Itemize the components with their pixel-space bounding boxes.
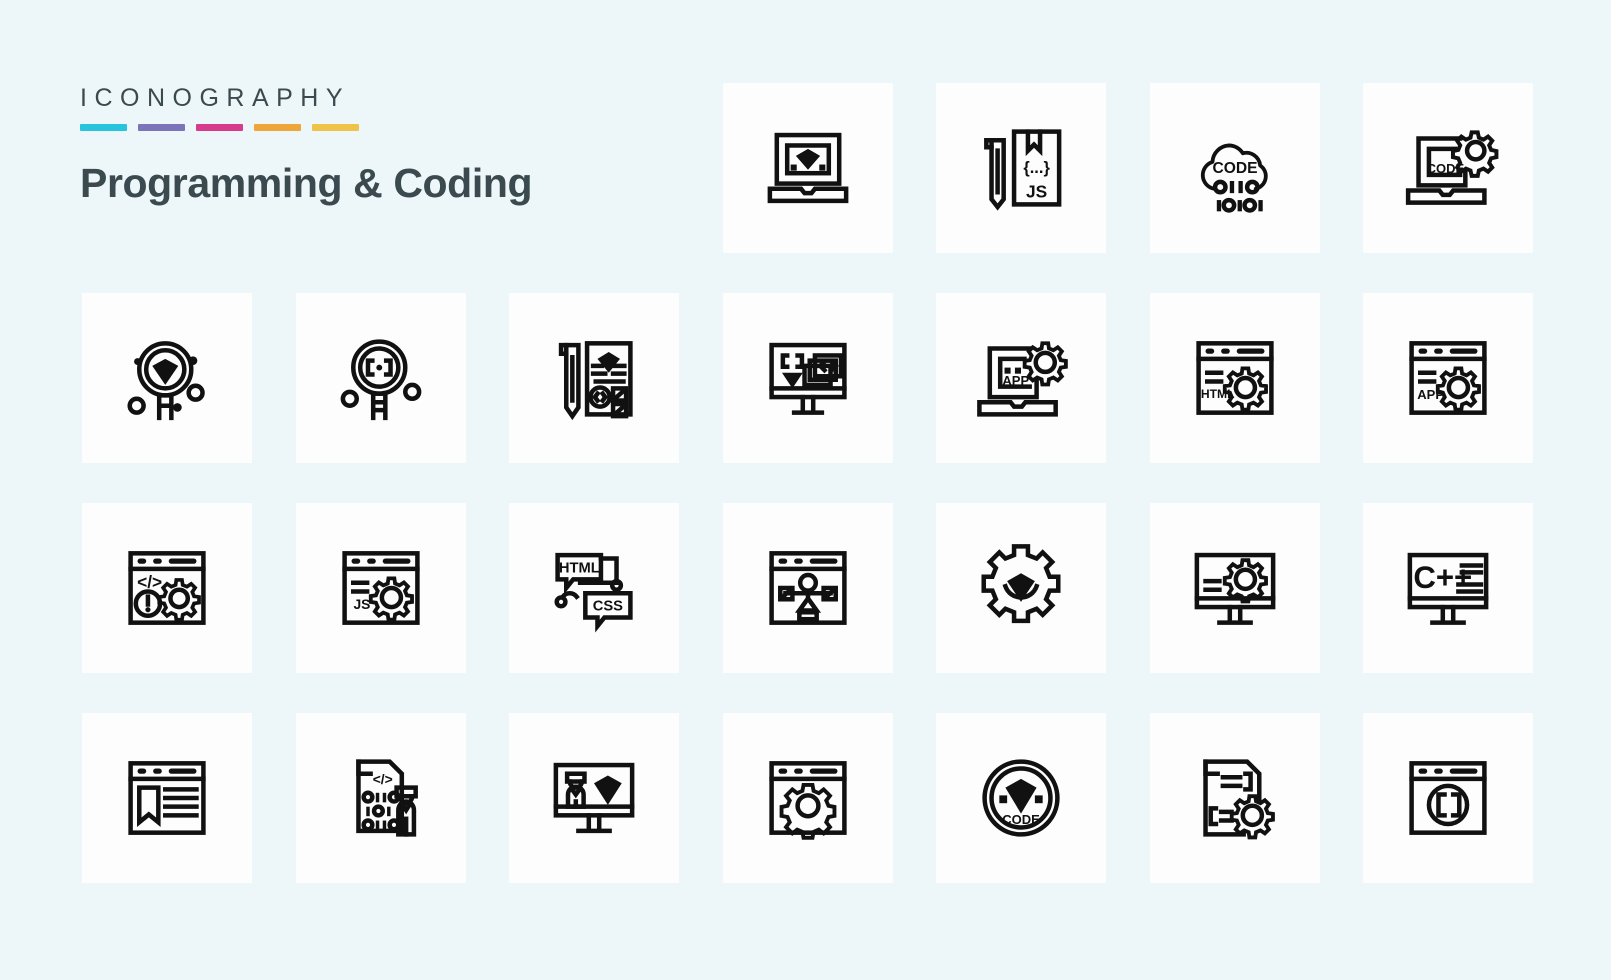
pencil-design-document-icon[interactable] xyxy=(509,293,679,463)
browser-sitemap-icon[interactable] xyxy=(722,503,893,673)
laptop-code-gear-icon[interactable]: CODE xyxy=(1363,83,1533,253)
browser-js-label: JS xyxy=(353,596,370,612)
empty-slot xyxy=(296,83,466,253)
html-bubble-label: HTML xyxy=(559,560,600,576)
browser-app-label: APP xyxy=(1417,387,1444,402)
file-code-tag-label: </> xyxy=(372,771,392,787)
browser-bookmark-icon[interactable] xyxy=(82,713,252,883)
pen-js-document-icon[interactable]: {...} JS xyxy=(936,83,1106,253)
monitor-cpp-icon[interactable]: C++ xyxy=(1363,503,1533,673)
browser-brackets-icon[interactable] xyxy=(1363,713,1533,883)
badge-diamond-code-icon[interactable]: CODE xyxy=(936,713,1106,883)
code-braces-label: {...} xyxy=(1023,159,1050,177)
empty-slot xyxy=(82,83,252,253)
browser-js-gear-icon[interactable]: JS xyxy=(295,503,466,673)
browser-html-gear-icon[interactable]: HTML xyxy=(1149,293,1320,463)
monitor-code-layers-icon[interactable] xyxy=(722,293,893,463)
monitor-gear-icon[interactable] xyxy=(1149,503,1320,673)
laptop-diamond-icon[interactable] xyxy=(722,83,893,253)
magnifier-diamond-icon[interactable] xyxy=(82,293,252,463)
laptop-app-label: APP xyxy=(1002,373,1029,388)
cloud-code-binary-icon[interactable]: CODE xyxy=(1149,83,1320,253)
laptop-app-gear-icon[interactable]: APP xyxy=(936,293,1106,463)
code-file-gear-icon[interactable] xyxy=(1149,713,1320,883)
js-label: JS xyxy=(1026,181,1047,201)
css-bubble-label: CSS xyxy=(593,599,623,615)
code-tag-label: </> xyxy=(137,572,162,592)
html-css-chat-icon[interactable]: HTML CSS xyxy=(509,503,679,673)
browser-app-gear-icon[interactable]: APP xyxy=(1363,293,1533,463)
monitor-developer-diamond-icon[interactable] xyxy=(509,713,679,883)
cloud-code-label: CODE xyxy=(1212,160,1257,177)
code-file-developer-icon[interactable]: </> xyxy=(295,713,466,883)
browser-gear-icon[interactable] xyxy=(722,713,893,883)
icon-grid: {...} JS CODE CODE APP HTML APP </> JS H… xyxy=(82,83,1533,883)
badge-code-label: CODE xyxy=(1002,812,1040,827)
empty-slot xyxy=(509,83,679,253)
browser-code-error-gear-icon[interactable]: </> xyxy=(82,503,252,673)
magnifier-code-icon[interactable] xyxy=(295,293,466,463)
gear-diamond-icon[interactable] xyxy=(936,503,1106,673)
icon-pack-page: ICONOGRAPHY Programming & Coding {...} J… xyxy=(0,0,1611,980)
